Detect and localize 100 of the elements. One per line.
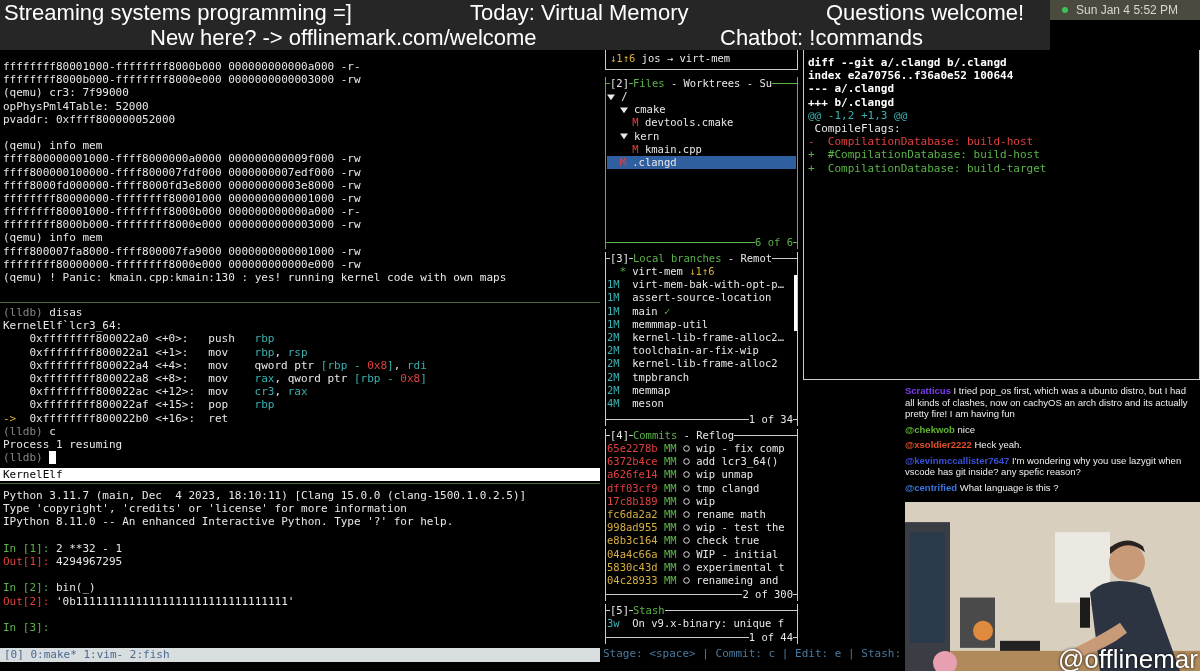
- commit-message[interactable]: wip unmap: [696, 468, 754, 482]
- panel-counter: 6 of 6: [755, 235, 793, 250]
- commit-hash[interactable]: 04c28933: [607, 573, 658, 588]
- file-tree-item[interactable]: cmake: [607, 103, 796, 117]
- instruction-address: 0xffffffff800022b0: [29, 411, 149, 425]
- branch-name[interactable]: memmmap-util: [632, 317, 709, 331]
- commit-node-icon: [682, 524, 690, 532]
- instruction-operands: rbp: [254, 332, 275, 346]
- tab-separator: -: [746, 76, 754, 91]
- commit-node-icon: [682, 445, 690, 453]
- window-list: [0] 0:make* 1:vim- 2:fish: [4, 648, 170, 661]
- terminal-line: opPhysPml4Table: 52000: [3, 99, 149, 113]
- stash-message[interactable]: On v9.x-binary: unique f: [632, 617, 784, 631]
- expand-caret-icon[interactable]: [619, 105, 628, 114]
- commit-message[interactable]: tmp clangd: [696, 481, 760, 495]
- expand-caret-icon[interactable]: [607, 92, 615, 101]
- panel-counter: 1 of 44: [748, 630, 793, 645]
- terminal-line: ffffffff8000b000-ffffffff8000e000 0000000000003000 -rw: [3, 73, 361, 87]
- tab-separator: -: [683, 428, 690, 443]
- commit-message[interactable]: wip - fix comp: [696, 442, 785, 456]
- command-text: disas: [49, 306, 83, 319]
- commit-hash[interactable]: 998ad955: [607, 521, 658, 535]
- panel-tab[interactable]: Stash: [632, 603, 665, 618]
- commit-hash[interactable]: 04a4c66a: [607, 547, 658, 561]
- commit-node-icon: [682, 511, 690, 519]
- commit-status: MM: [663, 468, 677, 482]
- file-tree-item[interactable]: M devtools.cmake: [607, 116, 796, 130]
- branch-name[interactable]: assert-source-location: [632, 291, 772, 305]
- branch-name[interactable]: main: [632, 304, 658, 318]
- commit-message[interactable]: renameing and: [696, 573, 779, 588]
- commit-message[interactable]: rename math: [696, 507, 766, 522]
- panel-tab[interactable]: Su: [759, 76, 773, 91]
- commit-hash[interactable]: 6372b4ce: [607, 455, 658, 469]
- diff-line: @@ -1,2 +1,3 @@: [808, 108, 908, 122]
- chat-message: @chekwob nice: [905, 423, 976, 435]
- instruction-address: 0xffffffff800022a8: [29, 371, 149, 385]
- commit-hash[interactable]: 17c8b189: [607, 494, 658, 508]
- terminal-line: ffffffff80000000-ffffffff8000e000 000000000000e000 -rw: [3, 257, 361, 271]
- panel-tab[interactable]: Files: [632, 76, 665, 91]
- commit-hash[interactable]: e8b3c164: [607, 534, 658, 548]
- branch-tracking: ↓1↑6: [689, 265, 715, 279]
- repo-branch[interactable]: jos → virt-mem: [641, 52, 731, 64]
- commit-hash[interactable]: fc6da2a2: [607, 507, 658, 522]
- panel-number: [5]: [610, 603, 629, 618]
- branch-name[interactable]: virt-mem: [632, 265, 683, 279]
- commit-node-icon: [682, 563, 690, 571]
- branch-age: 1M: [607, 291, 620, 304]
- commit-node-icon: [682, 576, 690, 584]
- commit-message[interactable]: wip - test the: [696, 521, 785, 535]
- code-text: '0b11111111111111111111111111111111': [55, 594, 295, 608]
- panel-tab[interactable]: Local branches: [632, 251, 722, 266]
- instruction-address: 0xffffffff800022ac: [29, 385, 149, 399]
- branch-name[interactable]: memmap: [632, 383, 671, 397]
- instruction-offset: <+12>:: [155, 385, 197, 399]
- commit-status: MM: [663, 442, 677, 456]
- terminal-line: Type 'copyright', 'credits' or 'license' for more information: [3, 502, 407, 516]
- commit-hash[interactable]: a626fe14: [607, 468, 658, 482]
- branch-name[interactable]: toolchain-ar-fix-wip: [632, 344, 759, 358]
- branch-age: 2M: [607, 330, 620, 343]
- branch-name[interactable]: kernel-lib-frame-alloc2: [632, 357, 778, 371]
- file-tree-item[interactable]: M .clangd: [607, 155, 796, 170]
- panel-tab[interactable]: Worktrees: [683, 76, 741, 91]
- terminal-line: (qemu) cr3: 7f99000: [3, 86, 129, 100]
- pc-marker: ->: [3, 411, 17, 425]
- keybinding-hints: Stage: <space> | Commit: c | Edit: e | Stash:: [602, 647, 900, 662]
- command-text: c: [49, 424, 56, 438]
- commit-message[interactable]: add lcr3_64(): [696, 455, 779, 469]
- branch-name[interactable]: meson: [632, 396, 664, 411]
- commit-message[interactable]: WIP - initial: [696, 547, 779, 561]
- tab-separator: -: [670, 76, 678, 91]
- commit-node-icon: [682, 550, 690, 558]
- terminal-line: KernelElf`lcr3_64:: [3, 319, 123, 333]
- panel-tab[interactable]: Commits: [632, 428, 678, 443]
- commit-message[interactable]: experimental t: [696, 560, 785, 574]
- stash-age: 3w: [607, 617, 620, 631]
- branch-age: 4M: [607, 396, 620, 409]
- commit-message[interactable]: wip: [696, 494, 716, 508]
- branch-name[interactable]: kernel-lib-frame-alloc2…: [632, 330, 784, 345]
- commit-hash[interactable]: 5830c43d: [607, 560, 658, 574]
- file-tree-item[interactable]: /: [607, 90, 796, 104]
- commit-hash[interactable]: 65e2278b: [607, 442, 658, 456]
- target-name: KernelElf: [3, 468, 63, 481]
- commit-hash[interactable]: dff03cf9: [607, 481, 658, 495]
- panel-tab[interactable]: Reflog: [696, 428, 735, 443]
- expand-caret-icon[interactable]: [619, 132, 628, 141]
- instruction-address: 0xffffffff800022a0: [29, 332, 149, 346]
- commit-status: MM: [663, 573, 677, 588]
- instruction-offset: <+4>:: [155, 358, 190, 372]
- branch-name[interactable]: virt-mem-bak-with-opt-p…: [632, 278, 784, 292]
- panel-tab[interactable]: Remot: [740, 251, 773, 266]
- instruction-mnemonic: mov: [208, 371, 230, 386]
- overlay-text: New here? -> offlinemark.com/welcome: [149, 25, 538, 50]
- scrollbar[interactable]: [794, 275, 797, 331]
- status-dot-icon: [1062, 7, 1068, 13]
- terminal-line: (qemu) ! Panic: kmain.cpp:kmain:130 : yes! running kernel code with own maps: [3, 271, 507, 284]
- terminal-line: ffffffff80001000-ffffffff8000b000 000000000000a000 -r-: [3, 60, 361, 73]
- file-tree-item[interactable]: kern: [607, 129, 796, 143]
- branch-name[interactable]: tmpbranch: [632, 370, 690, 384]
- file-tree-item[interactable]: M kmain.cpp: [607, 142, 796, 156]
- commit-message[interactable]: check true: [696, 534, 760, 548]
